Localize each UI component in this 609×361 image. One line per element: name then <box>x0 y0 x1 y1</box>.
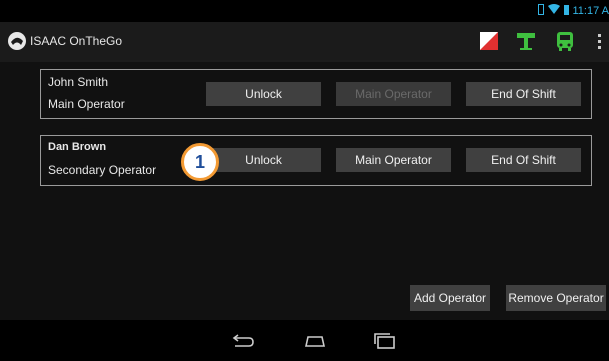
recent-apps-icon[interactable] <box>372 332 398 350</box>
add-operator-button[interactable]: Add Operator <box>410 285 490 311</box>
operator-card-main: John Smith Main Operator Unlock Main Ope… <box>40 69 592 119</box>
home-icon[interactable] <box>302 332 328 350</box>
app-title: ISAAC OnTheGo <box>30 34 123 48</box>
remove-operator-button[interactable]: Remove Operator <box>506 285 606 311</box>
wifi-icon <box>547 2 560 20</box>
status-time: 11:17 A <box>572 5 609 17</box>
overflow-menu-icon[interactable] <box>596 30 604 52</box>
operator-card-secondary: Dan Brown Secondary Operator Unlock Main… <box>40 135 592 186</box>
end-of-shift-button[interactable]: End Of Shift <box>466 148 581 172</box>
signpost-icon[interactable] <box>515 30 537 52</box>
app-window: 11:17 A ISAAC OnTheGo John Smith Main Op… <box>0 0 609 361</box>
main-operator-button[interactable]: Main Operator <box>336 148 451 172</box>
flag-icon[interactable] <box>478 30 500 52</box>
sim-icon <box>537 2 544 20</box>
app-logo-icon <box>8 32 26 50</box>
operator-name: John Smith <box>48 75 109 89</box>
callout-badge: 1 <box>181 143 219 181</box>
status-bar: 11:17 A <box>0 0 609 22</box>
action-bar: ISAAC OnTheGo <box>0 22 609 63</box>
bus-icon[interactable] <box>554 30 576 52</box>
status-icons: 11:17 A <box>537 2 609 20</box>
unlock-button[interactable]: Unlock <box>206 148 321 172</box>
unlock-button[interactable]: Unlock <box>206 82 321 106</box>
end-of-shift-button[interactable]: End Of Shift <box>466 82 581 106</box>
battery-icon <box>563 2 569 20</box>
operator-role: Secondary Operator <box>48 163 157 177</box>
operator-role: Main Operator <box>48 97 125 111</box>
back-icon[interactable] <box>229 332 255 350</box>
operators-panel: John Smith Main Operator Unlock Main Ope… <box>0 62 609 320</box>
navigation-bar <box>0 320 609 361</box>
main-operator-button[interactable]: Main Operator <box>336 82 451 106</box>
operator-name: Dan Brown <box>48 141 107 153</box>
